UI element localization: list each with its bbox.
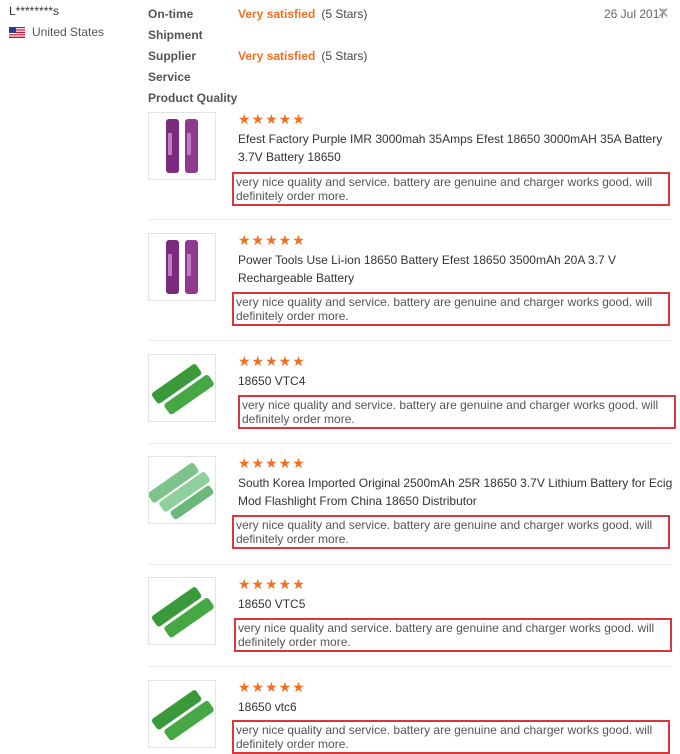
review-stars: ★★★★★	[238, 353, 306, 369]
divider	[148, 666, 670, 667]
battery-image-icon	[149, 462, 214, 520]
divider	[148, 340, 670, 341]
review-comment: very nice quality and service. battery a…	[232, 172, 670, 206]
product-title[interactable]: Efest Factory Purple IMR 3000mah 35Amps …	[238, 130, 678, 166]
rating-label-service-2: Service	[148, 70, 191, 84]
rating-label-service-1: Supplier	[148, 49, 197, 63]
rating-stars-text: (5 Stars)	[321, 49, 368, 63]
review-stars: ★★★★★	[238, 679, 306, 695]
product-thumbnail[interactable]	[148, 354, 216, 422]
country-label: United States	[32, 25, 105, 39]
battery-image-icon	[151, 587, 214, 638]
review-stars: ★★★★★	[238, 111, 306, 127]
product-thumbnail[interactable]	[148, 233, 216, 301]
review-comment: very nice quality and service. battery a…	[238, 395, 676, 429]
battery-image-icon	[166, 119, 198, 173]
reviewer-country: United States	[9, 25, 104, 39]
rating-satisfaction: Very satisfied	[238, 49, 316, 63]
product-title[interactable]: 18650 VTC4	[238, 372, 678, 390]
review-comment: very nice quality and service. battery a…	[234, 618, 672, 652]
review-stars: ★★★★★	[238, 232, 306, 248]
battery-image-icon	[166, 240, 198, 294]
product-thumbnail[interactable]	[148, 456, 216, 524]
reviewer-name: L********s	[9, 4, 60, 18]
rating-label-shipment-2: Shipment	[148, 28, 203, 42]
review-item: ★★★★★ 18650 VTC4 very nice quality and s…	[148, 353, 676, 434]
product-thumbnail[interactable]	[148, 680, 216, 748]
review-item: ★★★★★ Power Tools Use Li-ion 18650 Batte…	[148, 233, 670, 333]
battery-image-icon	[151, 364, 214, 415]
product-thumbnail[interactable]	[148, 577, 216, 645]
review-item: ★★★★★ 18650 vtc6 very nice quality and s…	[148, 679, 670, 754]
review-item: ★★★★★ South Korea Imported Original 2500…	[148, 455, 672, 556]
divider	[148, 219, 670, 220]
review-comment: very nice quality and service. battery a…	[232, 720, 670, 754]
close-icon[interactable]: ✕	[657, 4, 670, 22]
divider	[148, 443, 670, 444]
review-stars: ★★★★★	[238, 455, 306, 471]
review-item: ★★★★★ 18650 VTC5 very nice quality and s…	[148, 576, 672, 657]
review-stars: ★★★★★	[238, 576, 306, 592]
review-item: ★★★★★ Efest Factory Purple IMR 3000mah 3…	[148, 112, 670, 212]
product-thumbnail[interactable]	[148, 112, 216, 180]
product-title[interactable]: 18650 VTC5	[238, 595, 678, 613]
divider	[148, 564, 670, 565]
rating-service: Very satisfied (5 Stars)	[238, 49, 367, 63]
rating-shipment: Very satisfied (5 Stars)	[238, 7, 367, 21]
review-comment: very nice quality and service. battery a…	[232, 292, 670, 326]
product-title[interactable]: South Korea Imported Original 2500mAh 25…	[238, 474, 678, 510]
product-title[interactable]: 18650 vtc6	[238, 698, 678, 716]
review-comment: very nice quality and service. battery a…	[232, 515, 670, 549]
us-flag-icon	[9, 26, 25, 38]
rating-label-shipment-1: On-time	[148, 7, 194, 21]
rating-satisfaction: Very satisfied	[238, 7, 316, 21]
product-title[interactable]: Power Tools Use Li-ion 18650 Battery Efe…	[238, 251, 678, 287]
rating-stars-text: (5 Stars)	[321, 7, 368, 21]
product-quality-label: Product Quality	[148, 91, 238, 105]
battery-image-icon	[151, 690, 214, 741]
